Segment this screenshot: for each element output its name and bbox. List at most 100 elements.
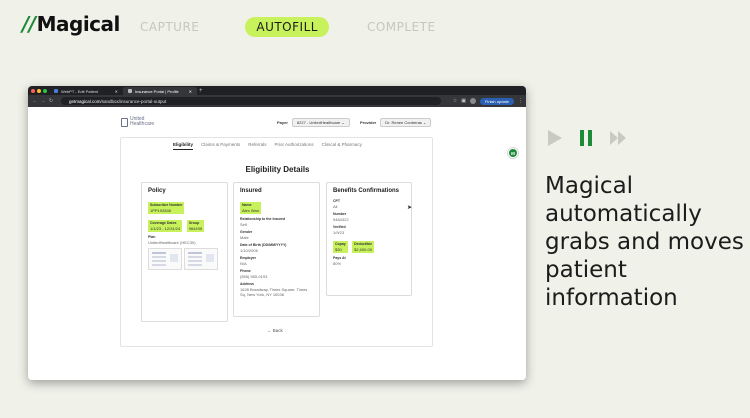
field-value: All bbox=[333, 204, 338, 209]
tab-claims-payments[interactable]: Claims & Payments bbox=[201, 142, 240, 150]
tab-eligibility[interactable]: Eligibility bbox=[173, 142, 194, 150]
benefits-heading: Benefits Confirmations bbox=[333, 188, 400, 194]
field-value: 1628 Broadway, Times Square, Times Sq, N… bbox=[240, 287, 308, 297]
field-value: Male bbox=[240, 235, 249, 240]
field-label: CPT bbox=[333, 199, 340, 203]
deductible-field: Deductible $2,000.00 bbox=[352, 241, 375, 253]
verified-field: Verified 1/9/23 bbox=[333, 225, 405, 235]
finish-update-button[interactable]: Finish update bbox=[479, 97, 514, 105]
uhc-shield-icon bbox=[121, 117, 128, 127]
back-link[interactable]: ← Back bbox=[267, 328, 283, 333]
extensions-icon[interactable]: ▣ bbox=[461, 98, 466, 104]
tab-title: Insurance Portal | Profile bbox=[135, 88, 179, 94]
browser-window: WebPT - Edit Patient ✕ Insurance Portal … bbox=[28, 86, 526, 380]
tab-prior-authorizations[interactable]: Prior Authorizations bbox=[275, 142, 314, 150]
tab-clinical-pharmacy[interactable]: Clinical & Pharmacy bbox=[322, 142, 362, 150]
mouse-cursor-icon: ➤ bbox=[407, 205, 413, 211]
insured-heading: Insured bbox=[240, 188, 262, 194]
payer-select-group: Payer 8227 - UnitedHealthcare ⌄ bbox=[277, 118, 350, 127]
field-value: 1/10/2006 bbox=[240, 248, 258, 253]
play-icon[interactable] bbox=[548, 130, 562, 146]
insurance-card-images bbox=[148, 248, 221, 270]
toolbar-icons: ☆ ▣ Finish update ⋮ bbox=[453, 97, 523, 105]
provider-select[interactable]: Dr. Renee Contreras ⌄ bbox=[380, 118, 432, 127]
field-value: 9484322 bbox=[333, 217, 349, 222]
field-label: Name bbox=[242, 203, 252, 207]
page-title: Eligibility Details bbox=[245, 165, 310, 174]
field-label: Gender bbox=[240, 230, 253, 234]
policy-heading: Policy bbox=[148, 188, 166, 194]
tab-referrals[interactable]: Referrals bbox=[248, 142, 266, 150]
provider-select-group: Provider Dr. Renee Contreras ⌄ bbox=[360, 118, 432, 127]
reload-icon[interactable]: ↻ bbox=[47, 98, 55, 104]
magical-extension-badge[interactable]: M bbox=[507, 147, 519, 159]
page-viewport: United Healthcare Payer 8227 - UnitedHeal… bbox=[28, 107, 526, 380]
field-label: Copay bbox=[335, 242, 346, 246]
cpt-field: CPT All bbox=[333, 199, 405, 209]
magical-badge-icon: M bbox=[509, 149, 517, 157]
field-label: Address bbox=[240, 282, 255, 286]
more-menu-icon[interactable]: ⋮ bbox=[518, 98, 523, 104]
field-value: 1PP192848 bbox=[150, 208, 171, 213]
url-input[interactable]: getmagical.com/sandbox/insurance-portal-… bbox=[61, 97, 441, 105]
field-label: Subscriber Number bbox=[150, 203, 183, 207]
payer-select[interactable]: 8227 - UnitedHealthcare ⌄ bbox=[291, 118, 350, 127]
benefits-card: Benefits Confirmations CPT All Number 94… bbox=[326, 182, 412, 296]
eligibility-panel: Eligibility Claims & Payments Referrals … bbox=[120, 137, 433, 347]
gender-field: Gender Male bbox=[240, 230, 313, 240]
url-path: /sandbox/insurance-portal-output bbox=[100, 98, 167, 104]
bookmark-star-icon[interactable]: ☆ bbox=[453, 98, 457, 104]
close-tab-icon[interactable]: ✕ bbox=[189, 89, 192, 94]
subscriber-field: Subscriber Number 1PP192848 bbox=[148, 202, 185, 214]
employer-field: Employer N/A bbox=[240, 256, 313, 266]
address-bar: ← → ↻ getmagical.com/sandbox/insurance-p… bbox=[28, 95, 526, 107]
field-value: $2,000.00 bbox=[354, 247, 372, 252]
field-label: Verified bbox=[333, 225, 346, 229]
fast-forward-icon[interactable] bbox=[610, 131, 626, 145]
back-arrow-icon[interactable]: ← bbox=[31, 98, 39, 104]
relationship-field: Relationship to the Insured Self bbox=[240, 217, 313, 227]
pause-icon[interactable] bbox=[580, 130, 592, 146]
group-field: Group 984495 bbox=[186, 220, 205, 232]
logo-mark: // bbox=[22, 12, 36, 36]
field-label: Relationship to the Insured bbox=[240, 217, 286, 221]
name-field: Name Alex Wan bbox=[240, 202, 261, 214]
forward-arrow-icon[interactable]: → bbox=[39, 98, 47, 104]
new-tab-icon[interactable]: + bbox=[199, 88, 203, 94]
field-value: (555) 555-0193 bbox=[240, 274, 268, 279]
field-label: Pays At bbox=[333, 256, 346, 260]
browser-tab-webpt[interactable]: WebPT - Edit Patient ✕ bbox=[49, 87, 123, 95]
profile-avatar[interactable] bbox=[469, 98, 476, 104]
field-value: 1/9/23 bbox=[333, 230, 345, 235]
tab-bar: WebPT - Edit Patient ✕ Insurance Portal … bbox=[28, 86, 526, 95]
payer-value: 8227 - UnitedHealthcare bbox=[296, 120, 341, 125]
logo-text: Magical bbox=[36, 12, 121, 36]
field-label: Group bbox=[188, 221, 200, 225]
tab-title: WebPT - Edit Patient bbox=[61, 88, 99, 94]
insurance-card-front bbox=[148, 248, 182, 270]
close-window-icon[interactable] bbox=[31, 88, 35, 93]
number-field: Number 9484322 bbox=[333, 212, 405, 222]
field-value: Alex Wan bbox=[242, 208, 259, 213]
field-label: Phone bbox=[240, 269, 251, 273]
tagline: Magical automatically grabs and moves pa… bbox=[545, 173, 744, 311]
insurance-favicon-icon bbox=[128, 89, 132, 93]
field-value: 80% bbox=[333, 261, 342, 266]
provider-value: Dr. Renee Contreras bbox=[385, 120, 422, 125]
pays-at-field: Pays At 80% bbox=[333, 256, 405, 266]
field-value: N/A bbox=[240, 261, 247, 266]
close-tab-icon[interactable]: ✕ bbox=[115, 89, 118, 94]
field-value: $30 bbox=[335, 247, 342, 252]
field-value: UnitedHealthcare (HEC30) bbox=[148, 240, 196, 245]
url-host: getmagical.com bbox=[69, 98, 101, 104]
insured-card: Insured Name Alex Wan Relationship to th… bbox=[233, 182, 320, 317]
browser-tab-insurance[interactable]: Insurance Portal | Profile ✕ bbox=[123, 87, 197, 95]
minimize-window-icon[interactable] bbox=[37, 88, 41, 93]
policy-card: Policy Subscriber Number 1PP192848 Cover… bbox=[141, 182, 228, 322]
field-label: Plan bbox=[148, 235, 156, 239]
chevron-down-icon: ⌄ bbox=[423, 120, 427, 125]
step-complete: COMPLETE bbox=[366, 20, 436, 34]
coverage-field: Coverage Dates 1/1/23 - 12/31/24 bbox=[148, 220, 183, 232]
field-label: Date of Birth (DD/MM/YYYY) bbox=[240, 243, 287, 247]
maximize-window-icon[interactable] bbox=[43, 88, 47, 93]
